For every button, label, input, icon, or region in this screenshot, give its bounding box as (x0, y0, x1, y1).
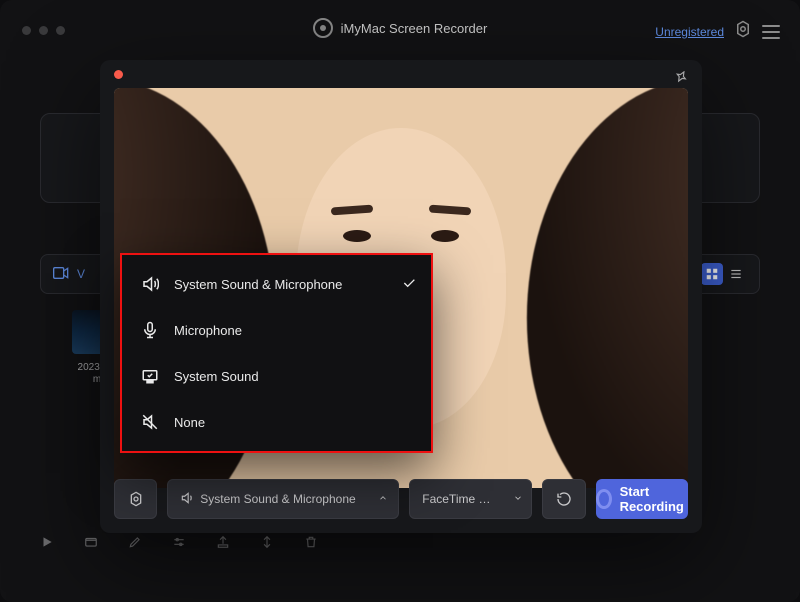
list-view-button[interactable] (725, 263, 747, 285)
audio-source-label: System Sound & Microphone (200, 492, 355, 506)
audio-source-dropdown[interactable]: System Sound & Microphone (167, 479, 399, 519)
audio-option-microphone[interactable]: Microphone (122, 307, 431, 353)
compress-icon[interactable] (260, 535, 274, 554)
export-icon[interactable] (216, 535, 230, 554)
registration-status-link[interactable]: Unregistered (655, 25, 724, 39)
audio-option-label: System Sound (174, 369, 259, 384)
system-sound-icon (140, 367, 160, 385)
chevron-down-icon (513, 492, 523, 506)
reset-button[interactable] (542, 479, 585, 519)
speaker-icon (140, 275, 160, 293)
editor-toolbar (40, 530, 760, 558)
record-icon (596, 489, 612, 509)
check-icon (401, 275, 417, 294)
chevron-up-icon (378, 492, 388, 506)
trash-icon[interactable] (304, 535, 318, 554)
app-window: iMyMac Screen Recorder Unregistered Vide… (0, 0, 800, 602)
start-recording-button[interactable]: Start Recording (596, 479, 688, 519)
pin-icon[interactable] (674, 70, 688, 89)
panel-close-button[interactable] (114, 70, 123, 79)
sliders-icon[interactable] (172, 535, 186, 554)
settings-icon[interactable] (734, 20, 752, 43)
mute-icon (140, 413, 160, 431)
recordings-icon (53, 267, 69, 282)
folder-icon[interactable] (84, 535, 98, 554)
audio-option-label: System Sound & Microphone (174, 277, 342, 292)
app-logo-icon (313, 18, 333, 38)
recordings-tab-label[interactable]: V (77, 267, 85, 281)
view-toggle (701, 263, 747, 285)
grid-view-button[interactable] (701, 263, 723, 285)
microphone-icon (140, 321, 160, 339)
audio-option-none[interactable]: None (122, 399, 431, 445)
edit-icon[interactable] (128, 535, 142, 554)
audio-option-label: Microphone (174, 323, 242, 338)
menu-icon[interactable] (762, 25, 780, 39)
app-title: iMyMac Screen Recorder (341, 21, 488, 36)
audio-option-system-and-mic[interactable]: System Sound & Microphone (122, 261, 431, 307)
preview-controls: System Sound & Microphone FaceTime … Sta… (114, 479, 688, 519)
speaker-icon (180, 491, 194, 508)
start-recording-label: Start Recording (620, 484, 688, 514)
audio-option-label: None (174, 415, 205, 430)
camera-source-label: FaceTime … (422, 492, 490, 506)
preview-settings-button[interactable] (114, 479, 157, 519)
audio-option-system-sound[interactable]: System Sound (122, 353, 431, 399)
play-icon[interactable] (40, 535, 54, 554)
camera-source-dropdown[interactable]: FaceTime … (409, 479, 532, 519)
audio-source-menu: System Sound & Microphone Microphone Sys… (120, 253, 433, 453)
